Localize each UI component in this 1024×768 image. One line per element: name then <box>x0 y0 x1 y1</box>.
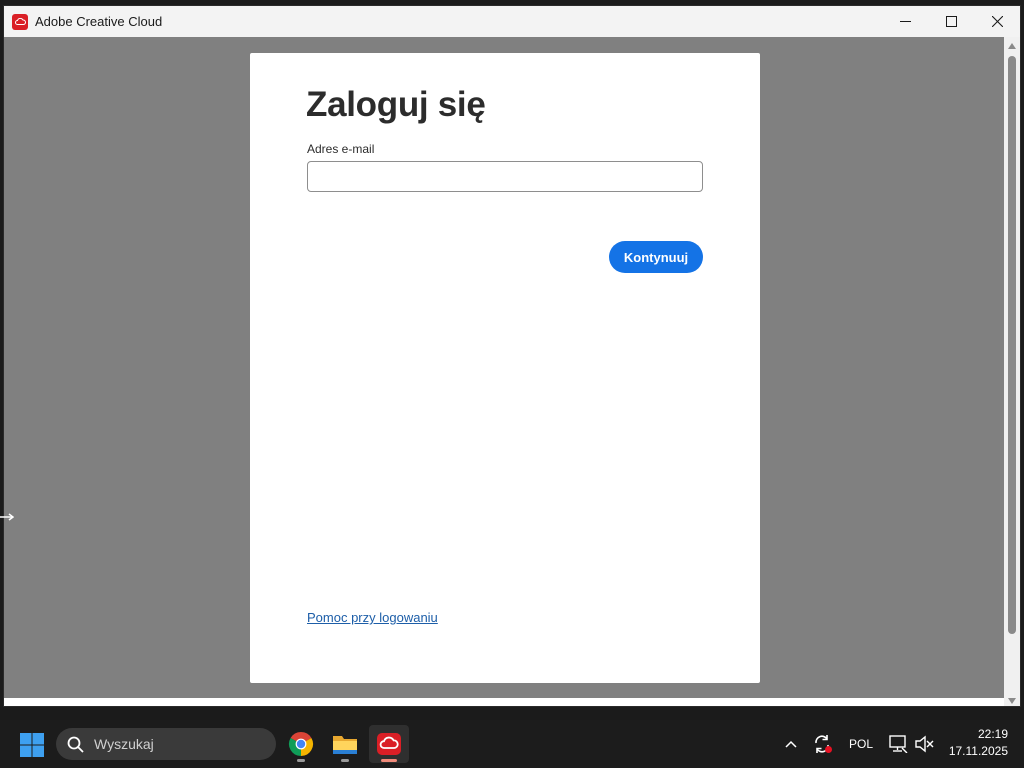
scroll-up-icon[interactable] <box>1008 43 1016 49</box>
chevron-up-icon <box>785 740 797 748</box>
continue-button[interactable]: Kontynuuj <box>609 241 703 273</box>
search-placeholder: Wyszukaj <box>94 736 154 752</box>
file-explorer-icon <box>333 736 357 754</box>
minimize-button[interactable] <box>882 6 928 37</box>
taskbar-app-file-explorer[interactable] <box>325 725 365 763</box>
chrome-icon <box>288 731 314 756</box>
close-button[interactable] <box>974 6 1020 37</box>
taskbar: Wyszukaj POL 22:19 17.11.2025 <box>0 720 1024 768</box>
taskbar-app-creative-cloud[interactable] <box>369 725 409 763</box>
clock-time: 22:19 <box>977 727 1008 741</box>
clock-date: 17.11.2025 <box>948 744 1008 758</box>
search-icon <box>67 736 84 753</box>
email-field[interactable] <box>307 161 703 192</box>
content-area: Zaloguj się Adres e-mail Kontynuuj Pomoc… <box>4 37 1004 698</box>
volume-button[interactable] <box>913 734 935 754</box>
sync-icon <box>815 735 832 753</box>
network-icon <box>889 735 908 753</box>
creative-cloud-icon <box>12 13 28 30</box>
maximize-icon <box>945 16 957 27</box>
sync-status-button[interactable] <box>811 734 835 754</box>
window-bottom-strip <box>4 698 1004 706</box>
scroll-thumb[interactable] <box>1008 56 1016 634</box>
resize-cursor-icon <box>0 513 14 521</box>
taskbar-search[interactable]: Wyszukaj <box>56 728 276 760</box>
close-icon <box>991 16 1003 27</box>
login-card: Zaloguj się Adres e-mail Kontynuuj Pomoc… <box>250 53 760 683</box>
windows-logo-icon <box>20 733 44 757</box>
maximize-button[interactable] <box>928 6 974 37</box>
sign-in-help-link[interactable]: Pomoc przy logowaniu <box>307 610 438 625</box>
scroll-down-icon[interactable] <box>1008 698 1016 704</box>
network-button[interactable] <box>887 734 909 754</box>
volume-muted-icon <box>915 735 934 753</box>
taskbar-app-chrome[interactable] <box>281 725 321 763</box>
explorer-running-indicator <box>341 759 349 762</box>
show-hidden-icons-button[interactable] <box>781 734 801 754</box>
adobe-creative-cloud-icon <box>377 733 401 755</box>
vertical-scrollbar[interactable] <box>1004 37 1020 706</box>
system-clock[interactable]: 22:19 17.11.2025 <box>938 726 1008 760</box>
start-button[interactable] <box>18 731 46 759</box>
page-title: Zaloguj się <box>306 85 486 124</box>
email-label: Adres e-mail <box>307 142 375 156</box>
title-bar[interactable]: Adobe Creative Cloud <box>4 6 1020 37</box>
language-indicator[interactable]: POL <box>845 734 877 754</box>
adobe-creative-cloud-window: Adobe Creative Cloud Zaloguj się Adres e… <box>4 6 1020 706</box>
chrome-running-indicator <box>297 759 305 762</box>
creative-cloud-active-indicator <box>381 759 397 762</box>
minimize-icon <box>899 21 911 22</box>
window-title: Adobe Creative Cloud <box>35 14 163 29</box>
